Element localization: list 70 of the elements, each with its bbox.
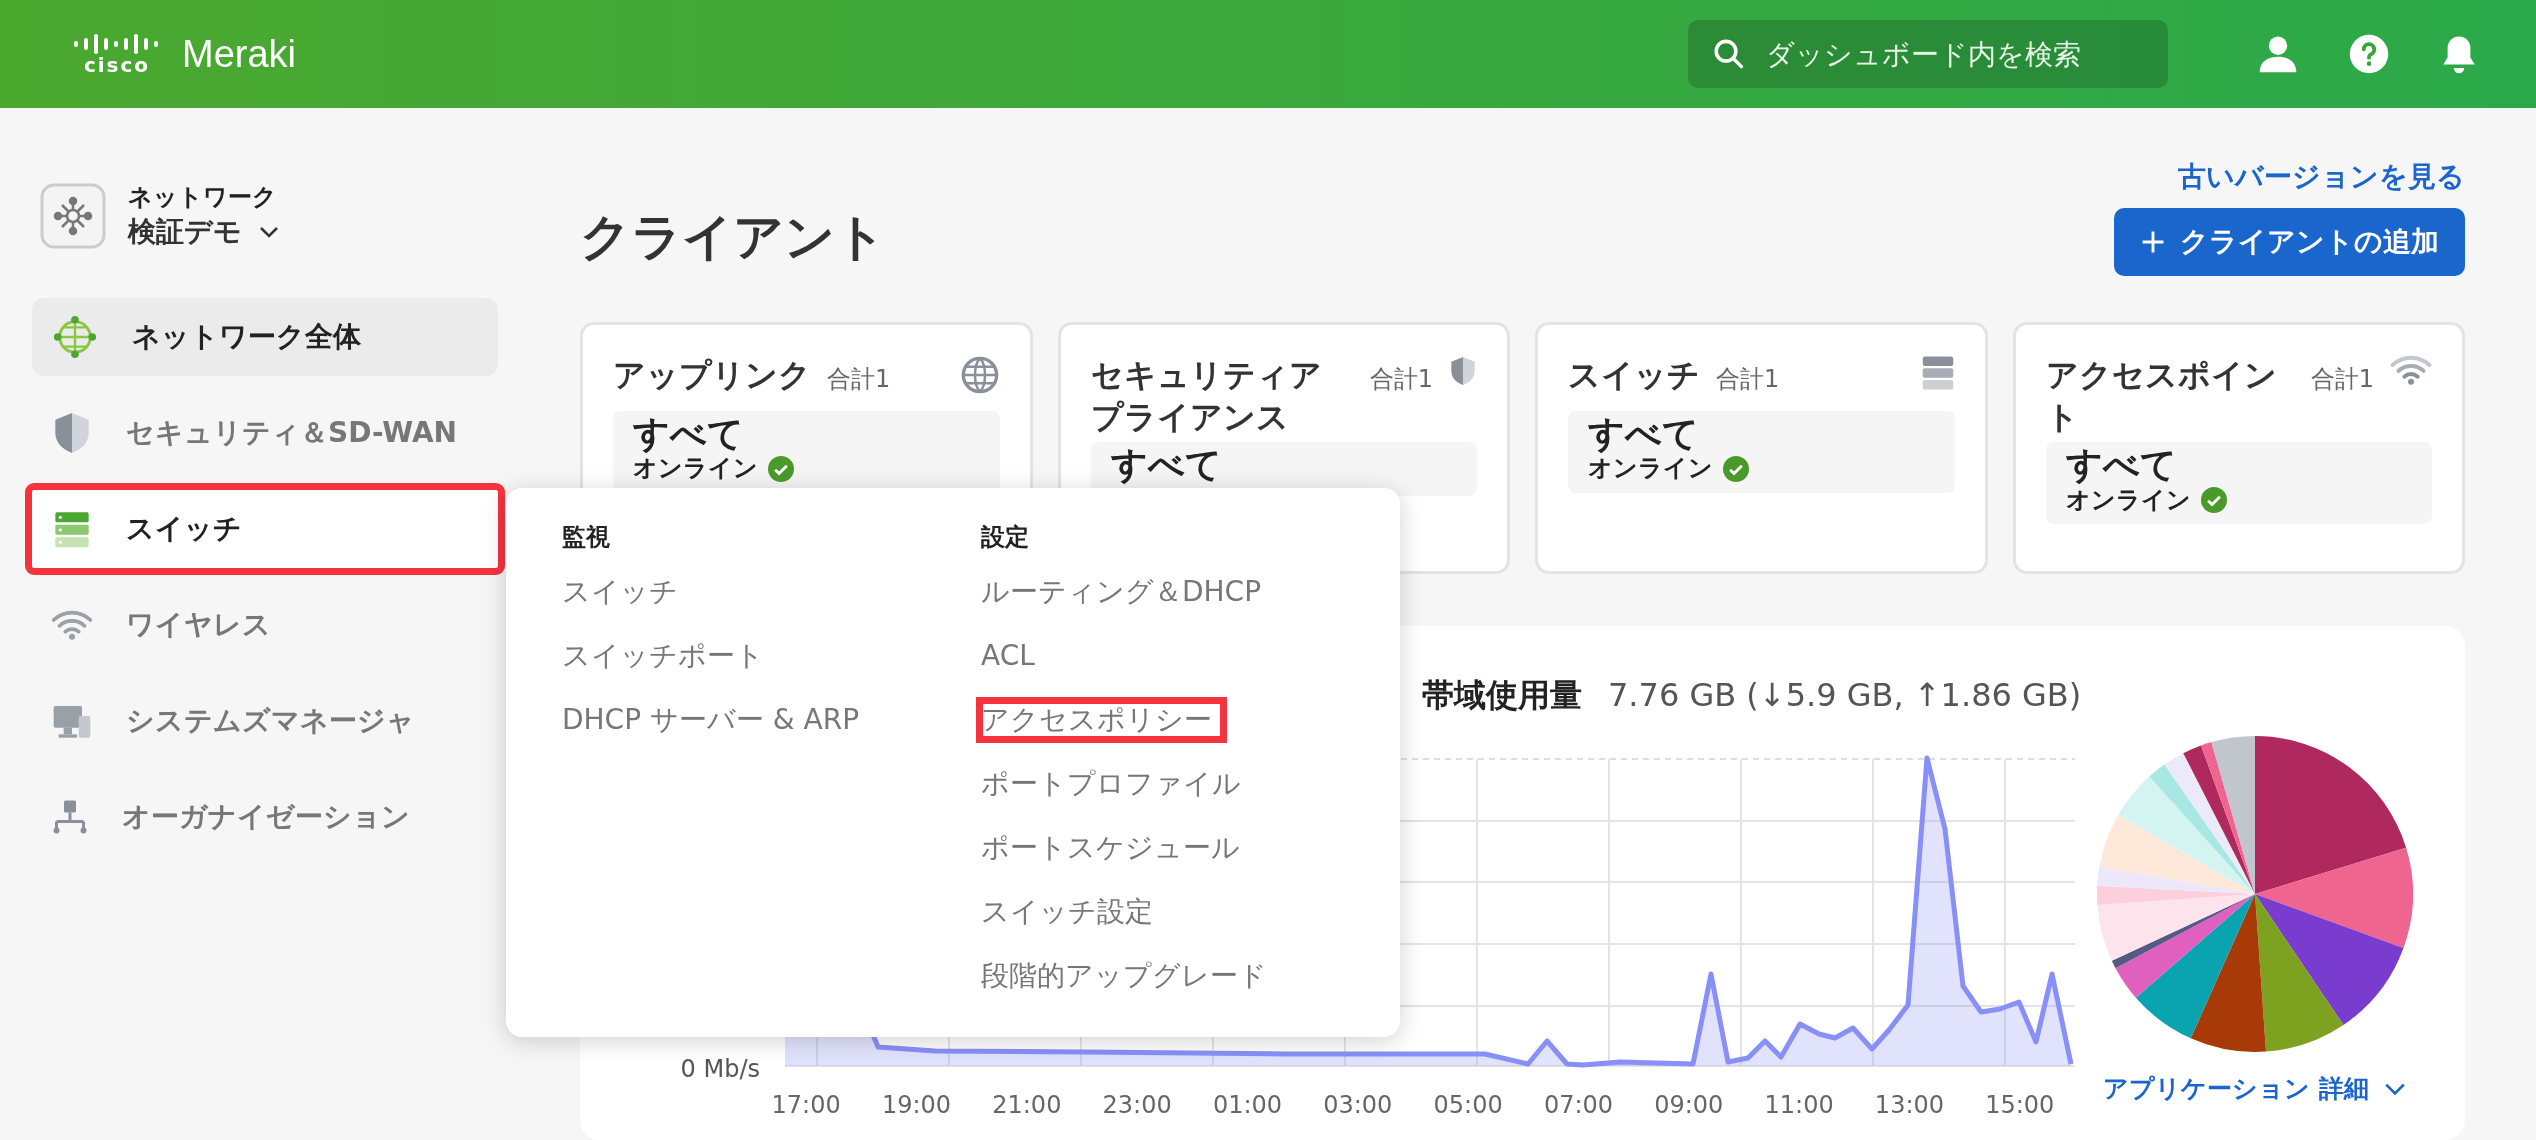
axis-tick-label: 17:00 [770, 1091, 842, 1119]
server-icon [1920, 355, 1955, 391]
status-label: オンライン [2065, 485, 2191, 515]
device-card[interactable]: アクセスポイント 合計1 すべて オンライン [2012, 322, 2465, 574]
menu-heading: 設定 [981, 522, 1029, 553]
card-title: アクセスポイント [2045, 355, 2278, 438]
plus-icon [2140, 229, 2166, 255]
card-total: 合計1 [1369, 364, 1433, 395]
network-label: ネットワーク [128, 182, 278, 213]
axis-tick-label: 05:00 [1432, 1091, 1504, 1119]
status-value: すべて [633, 413, 745, 455]
globe-icon [959, 355, 1000, 395]
card-total: 合計1 [2310, 364, 2374, 395]
status-label: オンライン [633, 454, 758, 484]
axis-tick-label: 23:00 [1101, 1091, 1173, 1119]
axis-tick-label: 03:00 [1322, 1091, 1394, 1119]
shield-icon [1449, 355, 1477, 387]
card-total: 合計1 [1716, 364, 1780, 395]
add-client-button[interactable]: クライアントの追加 [2114, 208, 2465, 276]
server-icon [52, 509, 92, 549]
menu-item[interactable]: スイッチポート [562, 624, 764, 688]
menu-item[interactable]: ポートスケジュール [981, 816, 1240, 880]
menu-item[interactable]: アクセスポリシー [967, 688, 1236, 752]
chevron-down-icon [258, 225, 280, 239]
sidebar-item[interactable]: オーガナイゼーション [32, 778, 498, 856]
status-value: すべて [2065, 444, 2178, 486]
axis-label: 0 Mb/s [679, 1055, 761, 1083]
help-icon[interactable] [2348, 33, 2390, 75]
axis-tick-label: 07:00 [1542, 1091, 1615, 1119]
menu-item[interactable]: 段階的アップグレード [981, 944, 1267, 1008]
shield-icon [52, 411, 92, 455]
card-title: セキュリティアプライアンス [1090, 355, 1323, 438]
status-value: すべて [1588, 413, 1700, 455]
sidebar-item[interactable]: ワイヤレス [32, 586, 498, 664]
axis-tick-label: 15:00 [1984, 1091, 2056, 1119]
network-icon [40, 183, 106, 249]
search-input[interactable]: ダッシュボード内を検索 [1763, 36, 2144, 72]
wifi-icon [52, 609, 92, 641]
status-value: すべて [1110, 444, 1223, 486]
status-label: オンライン [1588, 454, 1713, 484]
search-field[interactable]: ダッシュボード内を検索 [1688, 20, 2168, 88]
usage-title: 帯域使用量 [1422, 675, 1582, 716]
card-title: アップリンク [613, 355, 811, 396]
menu-item[interactable]: スイッチ設定 [981, 880, 1153, 944]
card-total: 合計1 [827, 364, 891, 395]
axis-tick-label: 01:00 [1211, 1091, 1284, 1119]
sidebar-item[interactable]: セキュリティ＆SD-WAN [32, 394, 498, 472]
sidebar-item[interactable]: ネットワーク全体 [32, 298, 498, 376]
old-version-link[interactable]: 古いバージョンを見る [2178, 158, 2465, 196]
page-title: クライアント [580, 207, 886, 268]
axis-tick-label: 19:00 [880, 1091, 953, 1119]
card-title: スイッチ [1568, 355, 1700, 396]
menu-item[interactable]: ACL [981, 624, 1035, 688]
axis-tick-label: 21:00 [991, 1091, 1063, 1119]
menu-item[interactable]: DHCP サーバー & ARP [562, 688, 860, 752]
sidebar-item[interactable]: システムズマネージャ [32, 682, 498, 760]
axis-tick-label: 11:00 [1763, 1091, 1835, 1119]
axis-tick-label: 13:00 [1873, 1091, 1946, 1119]
application-details-link[interactable]: アプリケーション 詳細 [2103, 1072, 2407, 1105]
globe-icon [52, 314, 98, 360]
wifi-icon [2390, 355, 2432, 385]
usage-summary: 7.76 GB (↓5.9 GB, ↑1.86 GB) [1608, 676, 2082, 714]
product-name: Meraki [182, 32, 297, 76]
logo-text: cisco [83, 55, 151, 75]
search-icon [1712, 37, 1746, 71]
menu-item[interactable]: ポートプロファイル [981, 752, 1241, 816]
device-card[interactable]: スイッチ 合計1 すべて オンライン [1535, 322, 1988, 574]
axis-tick-label: 09:00 [1653, 1091, 1725, 1119]
hierarchy-icon [52, 799, 88, 835]
network-selector[interactable]: 検証デモ [128, 213, 280, 251]
